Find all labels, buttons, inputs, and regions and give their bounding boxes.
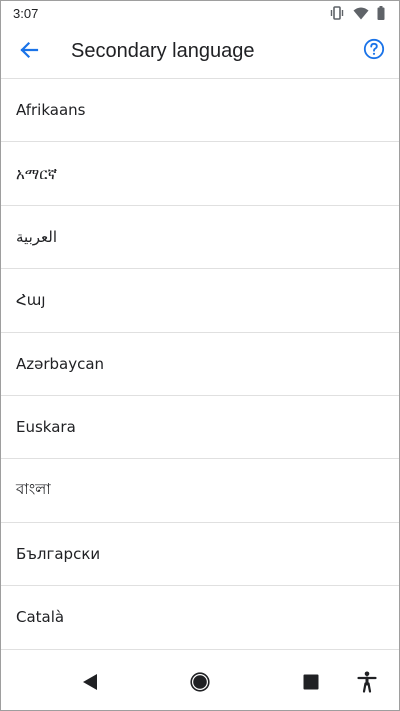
language-item[interactable]: Azərbaycan xyxy=(1,333,399,396)
language-item[interactable]: العربية xyxy=(1,206,399,270)
status-icons xyxy=(329,6,385,20)
accessibility-icon xyxy=(357,671,377,698)
status-time: 3:07 xyxy=(13,5,39,21)
wifi-icon xyxy=(353,7,369,20)
language-item[interactable]: አማርኛ xyxy=(1,142,399,206)
status-bar: 3:07 xyxy=(1,1,399,25)
help-button[interactable] xyxy=(361,38,387,64)
home-circle-icon xyxy=(190,671,210,697)
back-triangle-icon xyxy=(82,673,98,696)
language-label: Български xyxy=(16,544,101,563)
page-title: Secondary language xyxy=(71,40,255,62)
language-label: العربية xyxy=(16,227,57,246)
app-bar: Secondary language xyxy=(1,25,399,79)
language-label: বাংলা xyxy=(16,480,51,499)
language-item[interactable]: Български xyxy=(1,523,399,587)
nav-home-button[interactable] xyxy=(188,671,212,697)
language-list: Afrikaans አማርኛ العربية Հայ Azərbaycan Eu… xyxy=(1,79,399,650)
language-item[interactable]: Català xyxy=(1,586,399,650)
nav-recents-button[interactable] xyxy=(299,672,323,696)
help-circle-icon xyxy=(363,38,385,65)
language-label: Euskara xyxy=(16,418,76,437)
language-item[interactable]: Հայ xyxy=(1,269,399,333)
language-label: Català xyxy=(16,608,65,627)
language-item[interactable]: Afrikaans xyxy=(1,79,399,143)
navigation-bar xyxy=(1,658,399,710)
language-label: አማርኛ xyxy=(16,164,58,183)
back-button[interactable] xyxy=(15,38,43,66)
language-label: Հայ xyxy=(16,291,46,310)
recents-square-icon xyxy=(303,674,319,695)
language-label: Azərbaycan xyxy=(16,354,105,373)
vibrate-icon xyxy=(329,6,345,20)
arrow-back-icon xyxy=(19,40,39,65)
language-item[interactable]: বাংলা xyxy=(1,459,399,523)
language-label: Afrikaans xyxy=(16,101,86,120)
battery-icon xyxy=(377,6,385,20)
language-item[interactable]: Euskara xyxy=(1,396,399,460)
nav-back-button[interactable] xyxy=(78,672,102,696)
screen: 3:07 Secondary language Afrikaans አማርኛ ا… xyxy=(0,0,400,711)
nav-accessibility-button[interactable] xyxy=(355,671,379,698)
